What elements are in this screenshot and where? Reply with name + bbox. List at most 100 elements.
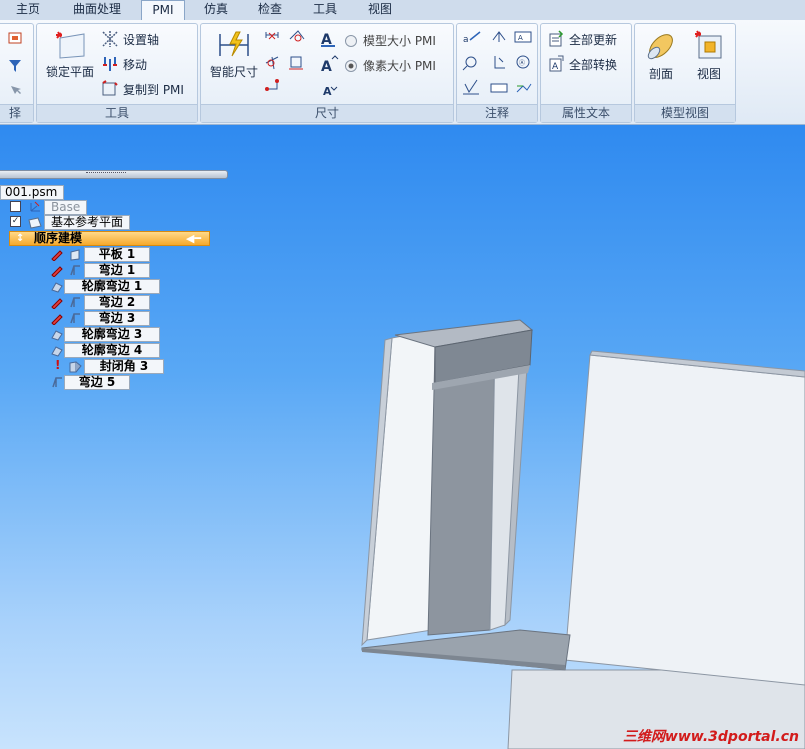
smart-dimension-button[interactable]: 智能尺寸 [203,30,265,80]
tree-item-flange-2[interactable]: 弯边 2 [84,295,150,310]
group-select-partial: 择 [0,23,34,123]
flange-feature-icon [70,297,80,308]
move-icon [103,57,117,71]
edit-pencil-icon [51,266,63,277]
group-label-select: 择 [0,104,33,122]
group-dimension: 智能尺寸 A A A 模型大小 PMI 像素大小 PMI 尺寸 [200,23,454,123]
warning-icon: ! [55,358,61,372]
section-icon [647,34,673,60]
update-all-label: 全部更新 [569,32,618,47]
edit-pencil-icon [51,314,63,325]
group-label-model-view: 模型视图 [635,104,735,122]
set-axis-label: 设置轴 [123,32,160,47]
group-model-view: 剖面 视图 模型视图 [634,23,736,123]
ordered-modeling-label: 顺序建模 [34,231,83,245]
dimension-tools-icon[interactable] [263,29,309,99]
radio-unselected-icon [345,34,357,47]
view-button[interactable]: 视图 [687,30,731,82]
ordered-arrow-icon: ◀━ [185,232,201,245]
coordinate-system-icon [30,201,40,212]
svg-text:A: A [518,34,523,42]
svg-text:a: a [463,35,469,45]
base-visibility-checkbox[interactable] [10,201,21,212]
tree-item-ordered-modeling[interactable]: 顺序建模 ◀━ ↕ [9,231,210,246]
convert-all-button[interactable]: A 全部转换 [547,55,617,73]
annotation-tools-icon[interactable]: a A Ⓐ [461,28,533,100]
reference-plane-icon [28,217,42,229]
flange-feature-icon [70,313,80,324]
contour-flange-icon [51,330,63,341]
tree-item-contour-flange-4[interactable]: 轮廓弯边 4 [64,343,160,358]
tab-pmi[interactable]: PMI [141,0,185,21]
convert-all-label: 全部转换 [569,57,618,72]
model-size-label: 模型大小 PMI [363,34,436,48]
grip-dots [86,172,126,176]
tab-home[interactable]: 主页 [16,0,40,20]
group-label-annotation: 注释 [457,104,537,122]
copy-to-pmi-button[interactable]: 复制到 PMI [101,80,184,98]
close-corner-icon [69,361,82,373]
model-view-icon [695,30,722,59]
smart-dimension-label: 智能尺寸 [209,65,258,79]
tab-tools[interactable]: 工具 [313,0,337,20]
tree-item-flange-5[interactable]: 弯边 5 [64,375,130,390]
flange-feature-icon [70,265,80,276]
radio-selected-icon [345,59,357,72]
pathfinder-resize-bar[interactable] [0,170,228,179]
copy-to-pmi-label: 复制到 PMI [123,82,184,97]
move-button[interactable]: 移动 [101,55,147,73]
tab-feature-icon [70,249,80,261]
lock-plane-icon [56,31,85,59]
model-size-pmi-radio[interactable]: 模型大小 PMI [345,32,436,49]
group-label-property-text: 属性文本 [541,104,631,122]
edit-pencil-icon [51,298,63,309]
tab-view[interactable]: 视图 [368,0,392,20]
group-property-text: 全部更新 A 全部转换 属性文本 [540,23,632,123]
tree-item-contour-flange-1[interactable]: 轮廓弯边 1 [64,279,160,294]
lock-plane-button[interactable]: 锁定平面 [40,30,100,80]
move-label: 移动 [123,57,148,72]
set-axis-button[interactable]: 设置轴 [101,30,159,48]
update-all-button[interactable]: 全部更新 [547,30,617,48]
tab-simulation[interactable]: 仿真 [204,0,228,20]
smart-dimension-icon [219,31,249,57]
text-style-icon[interactable]: A A A [319,29,341,104]
pixel-size-label: 像素大小 PMI [363,59,436,73]
tab-inspect[interactable]: 检查 [258,0,282,20]
watermark: 三维网www.3dportal.cn [622,729,799,745]
group-label-tools: 工具 [37,104,197,122]
tree-item-tab-1[interactable]: 平板 1 [84,247,150,262]
section-label: 剖面 [648,67,673,81]
set-axis-icon [102,31,118,47]
copy-to-pmi-icon [102,80,118,96]
tree-item-flange-1[interactable]: 弯边 1 [84,263,150,278]
ordered-modeling-icon: ↕ [16,233,25,244]
ref-planes-visibility-checkbox[interactable]: ✓ [10,216,21,227]
svg-text:A: A [552,62,559,72]
tree-item-contour-flange-3[interactable]: 轮廓弯边 3 [64,327,160,342]
tree-item-base[interactable]: Base [44,200,88,215]
svg-text:A: A [321,59,332,75]
convert-all-icon: A [549,55,564,72]
edit-pencil-icon [51,250,63,261]
tree-file-node[interactable]: 001.psm [0,185,65,200]
group-tools: 锁定平面 设置轴 移动 复制到 PMI 工具 [36,23,198,123]
tab-surfacing[interactable]: 曲面处理 [73,0,121,20]
ribbon-tab-bar: 主页 曲面处理 PMI 仿真 检查 工具 视图 [0,0,805,21]
group-annotation: a A Ⓐ 注释 [456,23,538,123]
ribbon: 择 锁定平面 设置轴 移动 复制到 PMI 工具 智能尺寸 A A A 模型大小… [0,20,805,125]
contour-flange-icon [51,282,63,293]
group-label-dimension: 尺寸 [201,104,453,122]
contour-flange-icon [51,346,63,357]
pixel-size-pmi-radio[interactable]: 像素大小 PMI [345,57,436,74]
update-all-icon [549,30,564,47]
flange-feature-icon [52,377,62,388]
select-tools-icon[interactable] [7,30,25,102]
view-label: 视图 [696,67,721,81]
tree-item-base-reference-planes[interactable]: 基本参考平面 [44,215,131,230]
section-button[interactable]: 剖面 [639,30,683,82]
tree-item-close-corner-3[interactable]: 封闭角 3 [84,359,164,374]
tree-item-flange-3[interactable]: 弯边 3 [84,311,150,326]
svg-text:A: A [323,85,332,98]
svg-text:Ⓐ: Ⓐ [519,59,525,67]
